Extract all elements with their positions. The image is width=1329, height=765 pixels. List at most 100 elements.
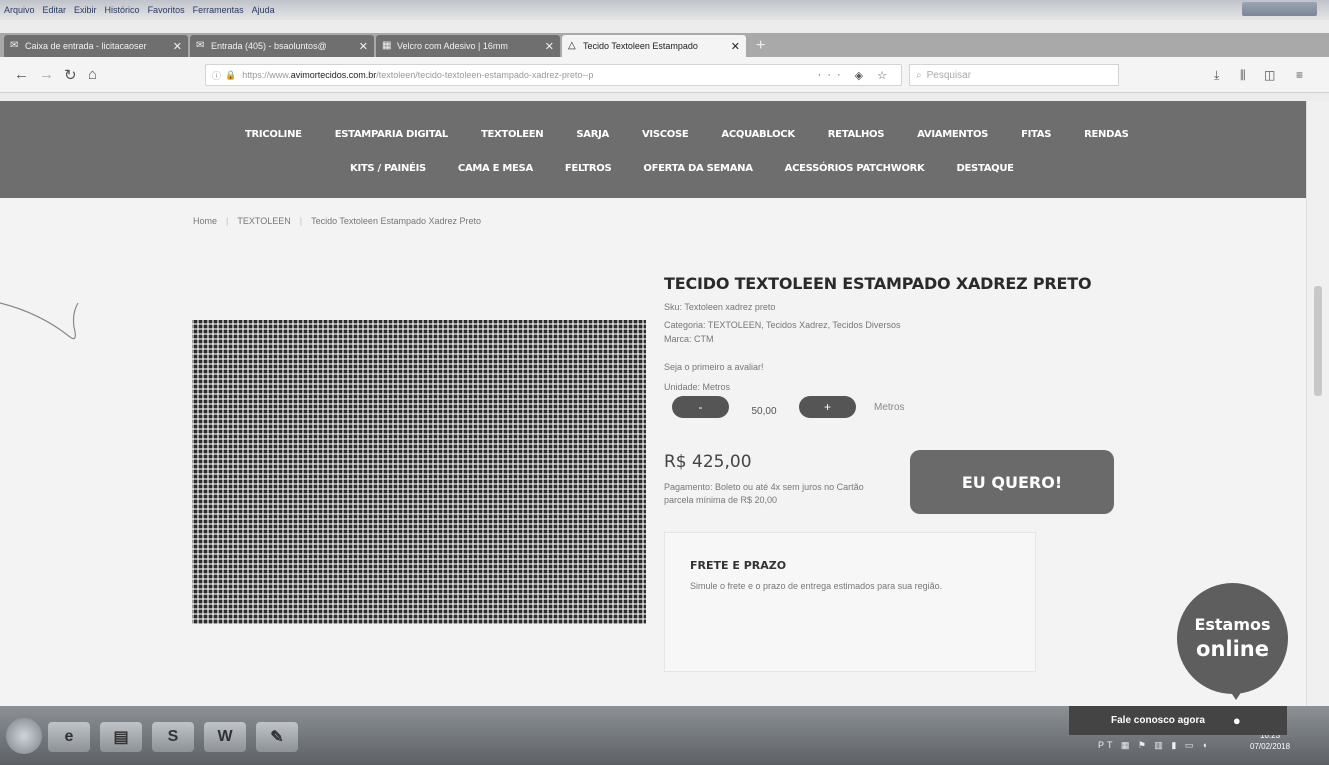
increase-qty-button[interactable]: + [799,396,856,418]
start-button[interactable] [6,718,42,754]
nav-tricoline[interactable]: TRICOLINE [245,129,302,140]
tab-mail-2[interactable]: ✉ Entrada (405) - bsaoluntos@ ✕ [190,35,374,57]
nav-destaque[interactable]: DESTAQUE [957,163,1014,174]
download-icon[interactable]: ⤓ [1214,68,1219,83]
nav-estamparia-digital[interactable]: ESTAMPARIA DIGITAL [335,129,449,140]
language-indicator[interactable]: PT [1098,740,1115,750]
tab-label: Tecido Textoleen Estampado [583,41,698,51]
chat-bubble-tail [1228,688,1244,700]
nav-fitas[interactable]: FITAS [1021,129,1051,140]
chat-bar-label: Fale conosco agora [1111,715,1205,726]
url-prefix: https://www. [242,70,291,80]
menu-hamburger-icon[interactable]: ≡ [1296,68,1303,82]
nav-acessorios-patchwork[interactable]: ACESSÓRIOS PATCHWORK [785,163,925,174]
menu-view[interactable]: Exibir [74,5,97,15]
system-tray[interactable]: PT ▦ ⚑ ▥ ▮ ▭ ◖ [1098,740,1210,751]
menu-history[interactable]: Histórico [105,5,140,15]
search-input[interactable]: ⌕ Pesquisar [909,64,1119,86]
close-icon[interactable]: ✕ [545,40,554,53]
skype-label: S [167,728,179,745]
unit-label: Unidade: Metros [664,382,731,392]
library-icon[interactable]: ⫼ [1240,68,1246,83]
breadcrumb-category[interactable]: TEXTOLEEN [237,216,290,226]
tab-label: Velcro com Adesivo | 16mm [397,41,508,51]
url-bar[interactable]: ⓘ 🔒 https://www.avimortecidos.com.br/tex… [205,64,902,86]
nav-cama-e-mesa[interactable]: CAMA E MESA [458,163,533,174]
payment-info: Pagamento: Boleto ou até 4x sem juros no… [664,482,864,505]
review-link[interactable]: Seja o primeiro a avaliar! [664,362,764,372]
close-icon[interactable]: ✕ [173,40,182,53]
chat-bar[interactable]: Fale conosco agora ● [1069,706,1287,735]
word-icon[interactable]: W [204,722,246,752]
window-controls[interactable] [1242,2,1317,16]
lock-icon: 🔒 [225,69,237,80]
nav-acquablock[interactable]: ACQUABLOCK [721,129,795,140]
url-path: /textoleen/tecido-textoleen-estampado-xa… [376,70,594,80]
nav-rendas[interactable]: RENDAS [1084,129,1129,140]
url-text: https://www.avimortecidos.com.br/textole… [242,70,817,80]
site-nav: TRICOLINE ESTAMPARIA DIGITAL TEXTOLEEN S… [0,101,1306,198]
nav-row-1: TRICOLINE ESTAMPARIA DIGITAL TEXTOLEEN S… [245,129,1161,140]
scrollbar-thumb[interactable] [1314,286,1322,396]
skype-icon[interactable]: S [152,722,194,752]
decrease-qty-button[interactable]: - [672,396,729,418]
tab-label: Caixa de entrada - licitacaoser [25,41,147,51]
folder-icon[interactable]: ▤ [100,722,142,752]
forward-arrow-icon[interactable]: → [39,66,54,83]
bookmark-star-icon[interactable]: ☆ [877,69,893,82]
tab-tecido-active[interactable]: △ Tecido Textoleen Estampado ✕ [562,35,746,57]
nav-feltros[interactable]: FELTROS [565,163,612,174]
home-icon[interactable]: ⌂ [88,66,97,83]
menu-bar: Arquivo Editar Exibir Histórico Favorito… [0,0,1329,20]
breadcrumb-home[interactable]: Home [193,216,217,226]
reload-icon[interactable]: ↻ [64,66,77,84]
new-tab-button[interactable]: + [748,37,773,57]
nav-textoleen[interactable]: TEXTOLEEN [481,129,544,140]
mail-icon: ✉ [196,40,205,51]
nav-oferta-da-semana[interactable]: OFERTA DA SEMANA [643,163,753,174]
tab-label: Entrada (405) - bsaoluntos@ [211,41,327,51]
product-brand: Marca: CTM [664,334,714,344]
tab-velcro[interactable]: ▦ Velcro com Adesivo | 16mm ✕ [376,35,560,57]
close-icon[interactable]: ✕ [731,40,740,53]
menu-edit[interactable]: Editar [43,5,67,15]
paint-icon[interactable]: ✎ [256,722,298,752]
word-label: W [217,728,233,745]
tab-mail-1[interactable]: ✉ Caixa de entrada - licitacaoser ✕ [4,35,188,57]
nav-row-2: KITS / PAINÉIS CAMA E MESA FELTROS OFERT… [350,163,1046,174]
nav-aviamentos[interactable]: AVIAMENTOS [917,129,988,140]
chat-bubble-line1: Estamos [1194,615,1271,634]
product-price: R$ 425,00 [664,452,752,472]
ie-icon[interactable]: e [48,722,90,752]
quantity-value[interactable]: 50,00 [729,406,799,417]
page-actions-icon[interactable]: ··· [818,69,847,81]
product-sku: Sku: Textoleen xadrez preto [664,302,776,312]
chat-bubble-line2: online [1196,637,1269,661]
page-scrollbar[interactable] [1306,101,1329,706]
clock-date: 07/02/2018 [1250,742,1291,751]
pocket-icon[interactable]: ◈ [855,69,869,82]
nav-viscose[interactable]: VISCOSE [642,129,689,140]
close-icon[interactable]: ✕ [359,40,368,53]
chat-icon: ● [1232,713,1241,728]
warning-icon: △ [568,40,576,51]
menu-tools[interactable]: Ferramentas [193,5,244,15]
quantity-unit: Metros [874,401,905,413]
back-arrow-icon[interactable]: ← [14,66,29,83]
search-placeholder: Pesquisar [926,69,972,81]
nav-retalhos[interactable]: RETALHOS [828,129,885,140]
store-icon: ▦ [382,40,392,51]
buy-button[interactable]: EU QUERO! [910,450,1114,514]
menu-file[interactable]: Arquivo [4,5,35,15]
sidebar-icon[interactable]: ◫ [1264,68,1275,82]
menu-bookmarks[interactable]: Favoritos [148,5,185,15]
nav-sarja[interactable]: SARJA [576,129,609,140]
breadcrumb-current: Tecido Textoleen Estampado Xadrez Preto [311,216,481,226]
chat-bubble[interactable]: Estamos online [1177,583,1288,694]
breadcrumb: Home | TEXTOLEEN | Tecido Textoleen Esta… [193,216,481,226]
menu-help[interactable]: Ajuda [252,5,275,15]
nav-kits-paineis[interactable]: KITS / PAINÉIS [350,163,426,174]
product-image[interactable] [192,320,646,624]
browser-toolbar: ← → ↻ ⌂ ⓘ 🔒 https://www.avimortecidos.co… [0,57,1329,93]
info-icon[interactable]: ⓘ [212,69,221,82]
